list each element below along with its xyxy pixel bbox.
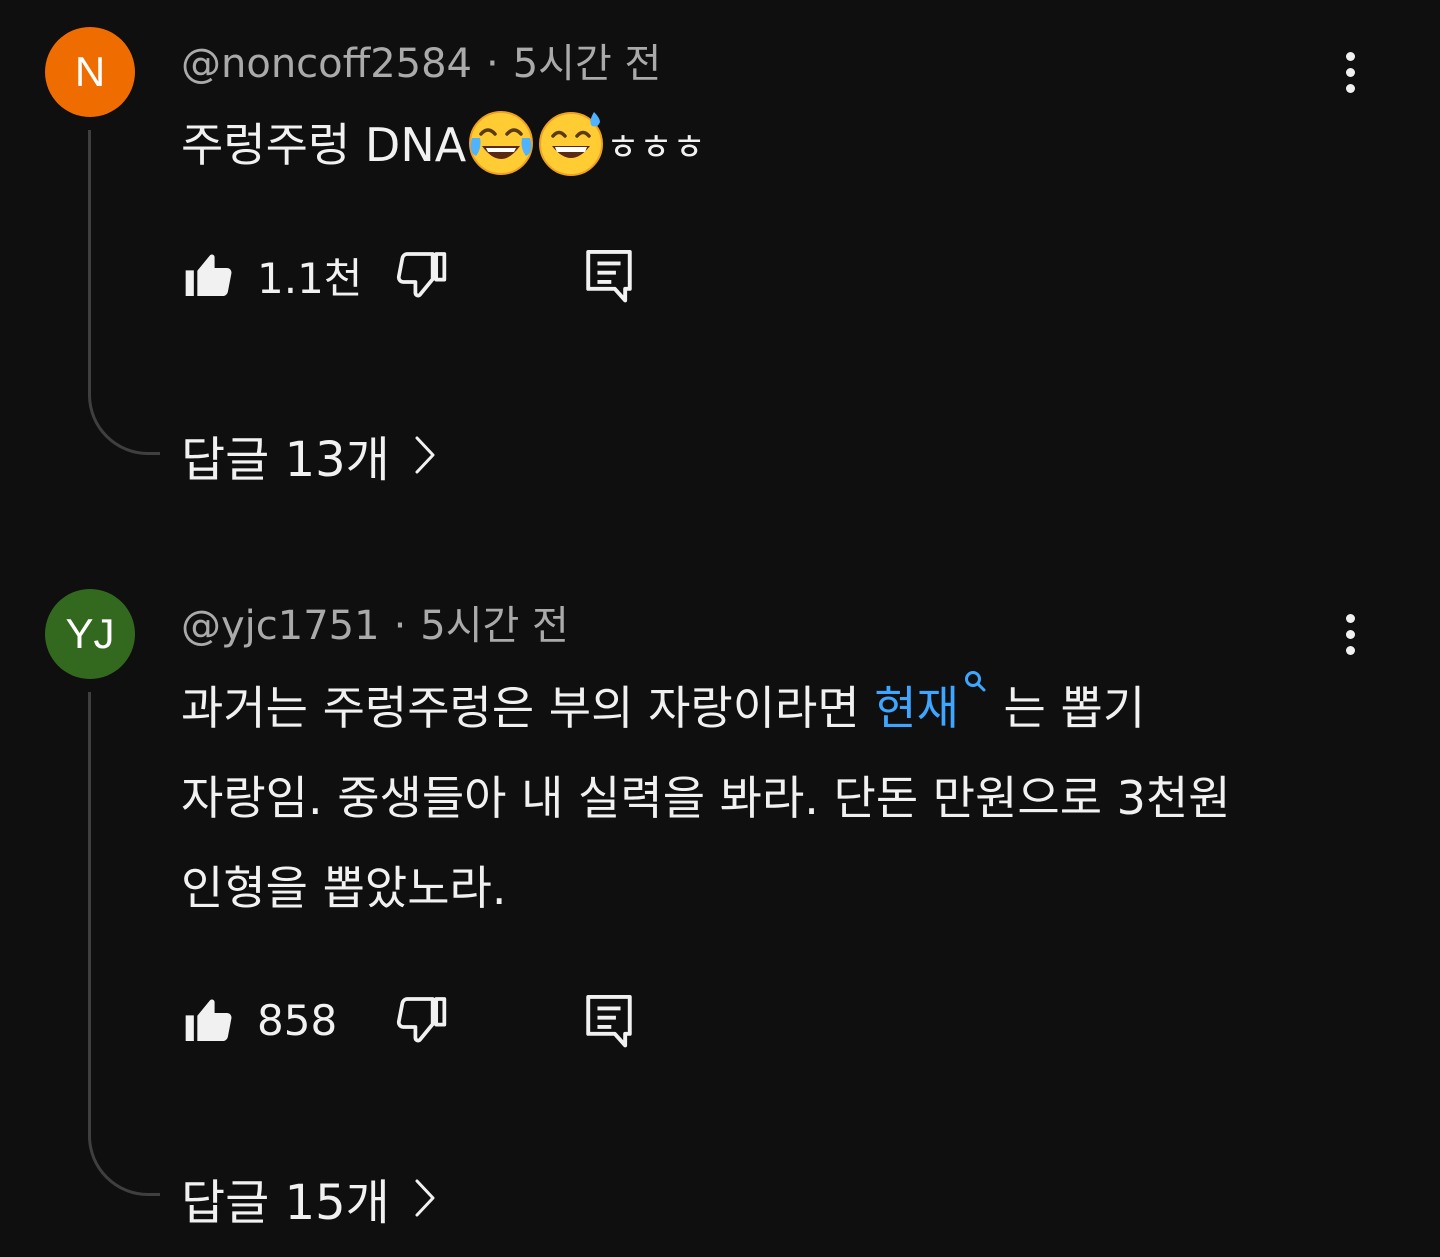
thread-connector-line — [88, 130, 160, 455]
reply-button[interactable] — [581, 240, 637, 310]
reply-button[interactable] — [581, 985, 637, 1055]
like-count: 858 — [257, 995, 338, 1045]
more-dot-icon — [1345, 629, 1355, 639]
more-options-button[interactable] — [1320, 604, 1380, 664]
search-icon[interactable] — [963, 669, 989, 695]
avatar-letter: YJ — [65, 610, 115, 657]
comment-text-line: 과거는 주렁주렁은 부의 자랑이라면 현재 는 뽑기 — [181, 663, 1381, 753]
more-dot-icon — [1345, 613, 1355, 623]
author-avatar[interactable]: N — [45, 27, 135, 117]
like-button[interactable]: 858 — [181, 985, 337, 1055]
comment-time: 5시간 전 — [420, 603, 569, 649]
comment-text-segment: 과거는 주렁주렁은 부의 자랑이라면 — [181, 681, 875, 735]
more-options-button[interactable] — [1320, 42, 1380, 102]
comment-text-line: 인형을 뽑았노라. — [181, 861, 507, 915]
dislike-button[interactable] — [393, 985, 449, 1055]
comment-meta: @noncoff2584 · 5시간 전 — [181, 44, 661, 84]
chevron-right-icon — [415, 436, 435, 474]
comment-actions: 1.1천 — [181, 240, 681, 310]
more-dot-icon — [1345, 645, 1355, 655]
search-link[interactable]: 현재 — [874, 681, 959, 735]
author-avatar[interactable]: YJ — [45, 589, 135, 679]
comment-actions: 858 — [181, 985, 681, 1055]
comment-text: 주렁주렁 DNA ㅎㅎㅎ — [181, 100, 1381, 194]
more-dot-icon — [1345, 67, 1355, 77]
thumbs-up-icon — [185, 999, 232, 1041]
meta-separator: · — [393, 603, 407, 649]
avatar-letter: N — [74, 48, 106, 95]
author-handle[interactable]: @noncoff2584 — [181, 41, 472, 87]
replies-count-label: 답글 13개 — [181, 432, 390, 488]
more-dot-icon — [1345, 83, 1355, 93]
like-count: 1.1천 — [257, 253, 363, 303]
comment-text: 과거는 주렁주렁은 부의 자랑이라면 현재 는 뽑기 자랑임. 중생들아 내 실… — [181, 663, 1381, 933]
grinning-face-with-sweat-emoji — [539, 111, 604, 176]
chevron-right-icon — [415, 1179, 435, 1217]
comment-text-laugh: ㅎㅎㅎ — [606, 127, 706, 169]
comment-text-main: 주렁주렁 DNA — [181, 118, 467, 172]
view-replies-button[interactable]: 답글 15개 — [181, 1163, 436, 1233]
comment-reply-icon — [586, 249, 632, 303]
dislike-button[interactable] — [393, 240, 449, 310]
view-replies-button[interactable]: 답글 13개 — [181, 420, 436, 490]
comment-text-segment: 는 뽑기 — [988, 681, 1146, 735]
comment-time: 5시간 전 — [512, 41, 662, 87]
comment-text-line: 자랑임. 중생들아 내 실력을 봐라. 단돈 만원으로 3천원 — [181, 771, 1231, 825]
thumbs-down-icon — [396, 252, 447, 298]
author-handle[interactable]: @yjc1751 — [181, 603, 380, 649]
replies-count-label: 답글 15개 — [181, 1175, 390, 1231]
face-with-tears-of-joy-emoji — [469, 110, 534, 175]
thumbs-down-icon — [396, 997, 447, 1043]
like-button[interactable]: 1.1천 — [181, 240, 362, 310]
comment-meta: @yjc1751 · 5시간 전 — [181, 606, 569, 646]
thread-connector-line — [88, 692, 160, 1196]
more-dot-icon — [1345, 51, 1355, 61]
meta-separator: · — [486, 41, 499, 87]
comment-reply-icon — [586, 994, 632, 1048]
thumbs-up-icon — [185, 254, 232, 296]
